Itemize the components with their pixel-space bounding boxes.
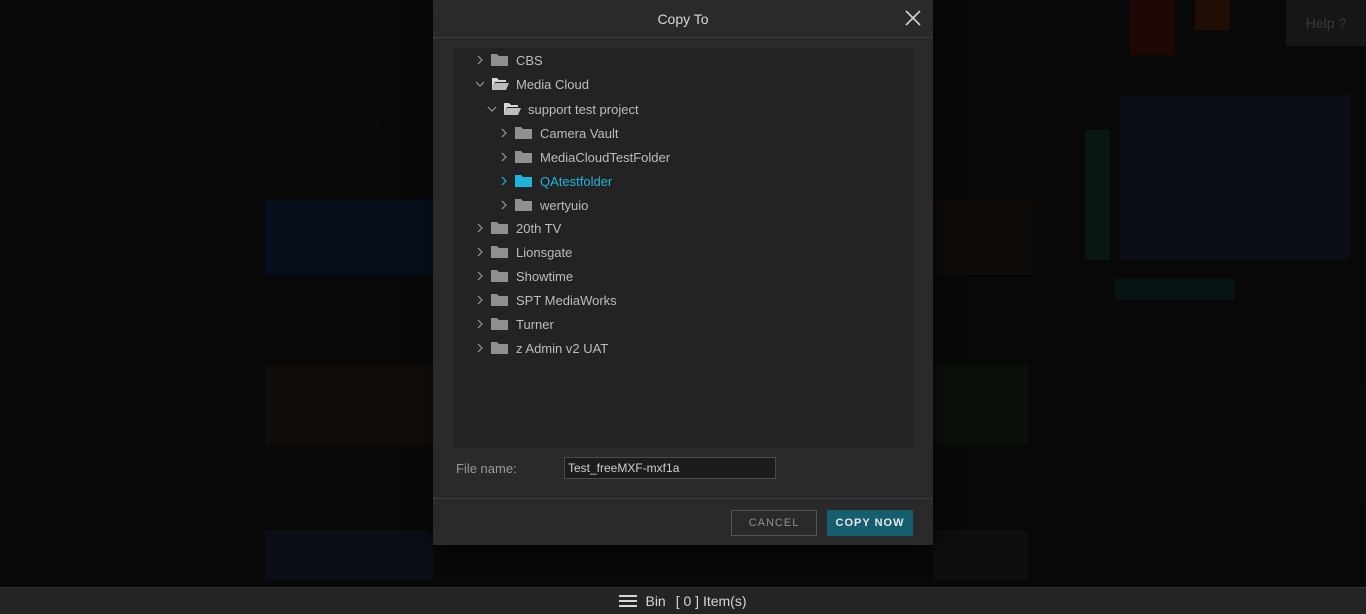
copy-now-button[interactable]: COPY NOW: [827, 510, 913, 536]
menu-icon[interactable]: [619, 594, 638, 608]
bin-bar[interactable]: Bin [ 0 ] Item(s): [0, 587, 1366, 614]
close-icon[interactable]: [903, 8, 923, 28]
tree-item[interactable]: 20th TV: [475, 217, 561, 239]
chevron-right-icon[interactable]: [499, 128, 509, 138]
folder-icon: [491, 269, 509, 283]
chevron-right-icon[interactable]: [499, 200, 509, 210]
tree-item-label: Turner: [516, 316, 554, 332]
folder-icon: [491, 53, 509, 67]
tree-item-label: Showtime: [516, 268, 574, 284]
tree-item[interactable]: MediaCloudTestFolder: [499, 146, 670, 168]
folder-icon: [491, 317, 509, 331]
tree-item[interactable]: Turner: [475, 313, 554, 335]
folder-open-icon: [491, 77, 509, 91]
chevron-right-icon[interactable]: [475, 55, 485, 65]
tree-item-label: support test project: [528, 101, 639, 117]
folder-icon: [515, 126, 533, 140]
chevron-right-icon[interactable]: [475, 319, 485, 329]
tree-item-label: SPT MediaWorks: [516, 292, 617, 308]
tree-item[interactable]: QAtestfolder: [499, 170, 612, 192]
chevron-right-icon[interactable]: [475, 343, 485, 353]
folder-open-icon: [503, 102, 521, 116]
folder-icon: [491, 221, 509, 235]
tree-item[interactable]: z Admin v2 UAT: [475, 337, 608, 359]
cancel-button[interactable]: CANCEL: [731, 510, 817, 536]
chevron-right-icon[interactable]: [499, 152, 509, 162]
folder-icon: [515, 198, 533, 212]
tree-item[interactable]: SPT MediaWorks: [475, 289, 617, 311]
tree-item-label: 20th TV: [516, 220, 562, 236]
tree-item-label: MediaCloudTestFolder: [540, 149, 671, 165]
file-name-row: File name:: [456, 456, 916, 480]
chevron-down-icon[interactable]: [487, 104, 497, 114]
folder-icon: [515, 174, 533, 188]
chevron-right-icon[interactable]: [499, 176, 509, 186]
chevron-right-icon[interactable]: [475, 295, 485, 305]
tree-item[interactable]: Camera Vault: [499, 122, 619, 144]
chevron-right-icon[interactable]: [475, 247, 485, 257]
dialog-footer: CANCEL COPY NOW: [433, 498, 933, 546]
dialog-header: Copy To: [433, 0, 933, 38]
tree-item-label: Media Cloud: [516, 76, 589, 92]
copy-to-dialog: Copy To CBS Media Cloud support test proje…: [433, 0, 933, 545]
chevron-down-icon[interactable]: [475, 79, 485, 89]
folder-icon: [515, 150, 533, 164]
file-name-label: File name:: [456, 460, 517, 476]
tree-item-label: QAtestfolder: [540, 173, 613, 189]
folder-icon: [491, 293, 509, 307]
help-button[interactable]: Help ?: [1286, 0, 1366, 46]
tree-item[interactable]: wertyuio: [499, 194, 588, 216]
folder-icon: [491, 341, 509, 355]
tree-item-label: wertyuio: [540, 197, 589, 213]
tree-item-label: CBS: [516, 52, 543, 68]
bin-label: Bin: [645, 593, 666, 609]
file-name-input[interactable]: [564, 457, 776, 479]
tree-item[interactable]: Showtime: [475, 265, 573, 287]
tree-item[interactable]: support test project: [487, 98, 639, 120]
tree-item-label: Lionsgate: [516, 244, 573, 260]
folder-tree[interactable]: CBS Media Cloud support test project Camera…: [453, 48, 913, 448]
bin-item-count: [ 0 ] Item(s): [675, 593, 747, 609]
tree-item-label: z Admin v2 UAT: [516, 340, 609, 356]
tree-item[interactable]: Lionsgate: [475, 241, 572, 263]
tree-item-label: Camera Vault: [540, 125, 619, 141]
chevron-right-icon[interactable]: [475, 271, 485, 281]
folder-icon: [491, 245, 509, 259]
tree-item[interactable]: CBS: [475, 49, 543, 71]
tree-item[interactable]: Media Cloud: [475, 73, 589, 95]
chevron-right-icon[interactable]: [475, 223, 485, 233]
dialog-title: Copy To: [657, 10, 709, 27]
